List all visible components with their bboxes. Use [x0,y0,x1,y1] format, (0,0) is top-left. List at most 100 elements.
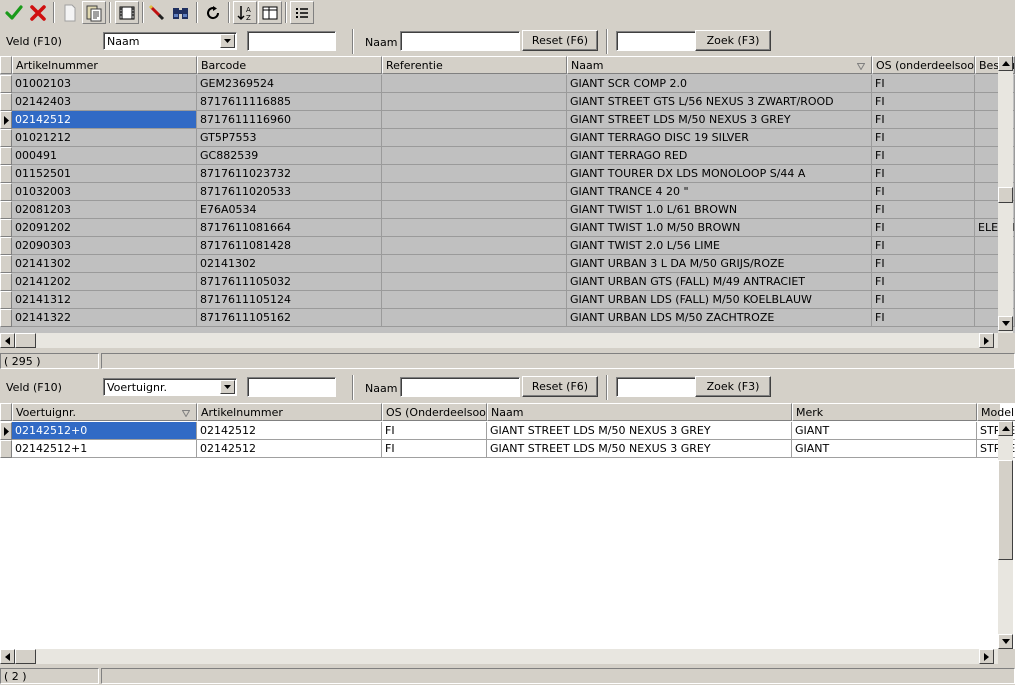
table-cell[interactable]: 02090303 [12,237,197,255]
cancel-icon[interactable] [26,1,50,24]
table-row[interactable]: 000491 GC882539 GIANT TERRAGO RED FI [0,147,1015,165]
chevron-down-icon[interactable] [220,380,235,394]
table-row[interactable]: 01032003 8717611020533 GIANT TRANCE 4 20 "… [0,183,1015,201]
naam-input[interactable] [400,31,520,51]
columns-icon[interactable] [258,1,282,24]
row-indicator[interactable] [0,129,12,147]
vehicles-grid-vscrollbar[interactable] [998,421,1013,649]
row-indicator[interactable] [0,291,12,309]
row-indicator[interactable] [0,422,12,440]
table-cell[interactable] [382,183,567,201]
articles-grid-vscrollbar[interactable] [998,56,1013,333]
table-row[interactable]: 02141302 02141302 GIANT URBAN 3 L DA M/50 … [0,255,1015,273]
table-cell[interactable]: FI [872,237,975,255]
column-header-artikelnummer[interactable]: Artikelnummer [197,403,382,421]
table-cell[interactable]: 8717611116960 [197,111,382,129]
list-icon[interactable] [290,1,314,24]
table-cell[interactable]: FI [382,422,487,440]
scroll-thumb[interactable] [998,187,1013,203]
table-cell[interactable]: 8717611020533 [197,183,382,201]
table-cell[interactable]: GIANT STREET GTS L/56 NEXUS 3 ZWART/ROOD [567,93,872,111]
row-indicator[interactable] [0,255,12,273]
table-cell[interactable]: 02141312 [12,291,197,309]
table-cell[interactable]: GT5P7553 [197,129,382,147]
row-indicator[interactable] [0,75,12,93]
table-cell[interactable]: GIANT URBAN GTS (FALL) M/49 ANTRACIET [567,273,872,291]
column-header-naam[interactable]: Naam [487,403,792,421]
column-header-naam[interactable]: Naam [567,56,872,74]
table-row[interactable]: 01002103 GEM2369524 GIANT SCR COMP 2.0 FI [0,75,1015,93]
naam-input[interactable] [400,377,520,397]
table-cell[interactable]: GIANT STREET LDS M/50 NEXUS 3 GREY [487,422,792,440]
zoek-button[interactable]: Zoek (F3) [695,30,771,51]
row-indicator[interactable] [0,237,12,255]
veld-value-input[interactable] [247,377,336,397]
scroll-right-icon[interactable] [979,333,994,348]
row-indicator[interactable] [0,93,12,111]
table-cell[interactable]: 8717611105124 [197,291,382,309]
vehicles-grid-hscrollbar[interactable] [0,649,998,664]
table-cell[interactable]: 01002103 [12,75,197,93]
zoek-input[interactable] [616,31,696,51]
table-cell[interactable]: 02142512 [197,440,382,458]
row-indicator[interactable] [0,219,12,237]
column-header-voertuignr[interactable]: Voertuignr. [12,403,197,421]
table-cell[interactable]: GEM2369524 [197,75,382,93]
table-cell[interactable]: FI [872,75,975,93]
row-indicator[interactable] [0,309,12,327]
table-cell[interactable] [382,129,567,147]
table-row[interactable]: 02142512 8717611116960 GIANT STREET LDS M/… [0,111,1015,129]
reset-button[interactable]: Reset (F6) [522,30,598,51]
column-header-os[interactable]: OS (onderdeelsoort) [872,56,975,74]
table-cell[interactable]: GIANT URBAN 3 L DA M/50 GRIJS/ROZE [567,255,872,273]
table-cell[interactable] [382,237,567,255]
table-cell[interactable]: GIANT URBAN LDS M/50 ZACHTROZE [567,309,872,327]
table-cell[interactable]: 02142403 [12,93,197,111]
table-cell[interactable]: 02142512 [197,422,382,440]
sort-icon[interactable]: AZ [233,1,257,24]
table-cell[interactable] [382,93,567,111]
table-row[interactable]: 01021212 GT5P7553 GIANT TERRAGO DISC 19 SI… [0,129,1015,147]
table-cell[interactable]: 8717611081664 [197,219,382,237]
table-cell[interactable]: 02142512+0 [12,422,197,440]
table-cell[interactable]: 02141322 [12,309,197,327]
column-header-model[interactable]: Model [977,403,1015,421]
edit-pen-icon[interactable] [145,1,169,24]
column-header-artikelnummer[interactable]: Artikelnummer [12,56,197,74]
table-cell[interactable]: GIANT TWIST 1.0 L/61 BROWN [567,201,872,219]
table-row[interactable]: 01152501 8717611023732 GIANT TOURER DX LDS… [0,165,1015,183]
table-cell[interactable] [382,165,567,183]
table-cell[interactable]: 02142512 [12,111,197,129]
table-cell[interactable]: FI [872,165,975,183]
table-cell[interactable] [382,147,567,165]
table-cell[interactable] [382,255,567,273]
column-header-os[interactable]: OS (Onderdeelsoort) [382,403,487,421]
table-cell[interactable] [382,201,567,219]
table-row[interactable]: 02141322 8717611105162 GIANT URBAN LDS M/5… [0,309,1015,327]
table-cell[interactable]: GIANT TOURER DX LDS MONOLOOP S/44 A [567,165,872,183]
table-cell[interactable]: GIANT TERRAGO RED [567,147,872,165]
veld-select[interactable]: Voertuignr. [103,378,237,396]
table-cell[interactable]: GIANT STREET LDS M/50 NEXUS 3 GREY [567,111,872,129]
table-cell[interactable] [382,75,567,93]
table-cell[interactable]: FI [382,440,487,458]
table-cell[interactable]: 8717611105162 [197,309,382,327]
row-indicator[interactable] [0,147,12,165]
row-indicator[interactable] [0,273,12,291]
table-cell[interactable]: FI [872,93,975,111]
row-indicator[interactable] [0,183,12,201]
table-cell[interactable]: 8717611081428 [197,237,382,255]
column-header-referentie[interactable]: Referentie [382,56,567,74]
table-cell[interactable]: 000491 [12,147,197,165]
column-header-barcode[interactable]: Barcode [197,56,382,74]
scroll-thumb[interactable] [998,460,1013,560]
table-cell[interactable]: 8717611023732 [197,165,382,183]
table-cell[interactable]: 01032003 [12,183,197,201]
table-cell[interactable]: GIANT STREET LDS M/50 NEXUS 3 GREY [487,440,792,458]
scroll-right-icon[interactable] [979,649,994,664]
table-cell[interactable] [382,309,567,327]
table-row[interactable]: 02141202 8717611105032 GIANT URBAN GTS (FA… [0,273,1015,291]
table-cell[interactable]: 01021212 [12,129,197,147]
column-header-merk[interactable]: Merk [792,403,977,421]
table-row[interactable]: 02141312 8717611105124 GIANT URBAN LDS (FA… [0,291,1015,309]
